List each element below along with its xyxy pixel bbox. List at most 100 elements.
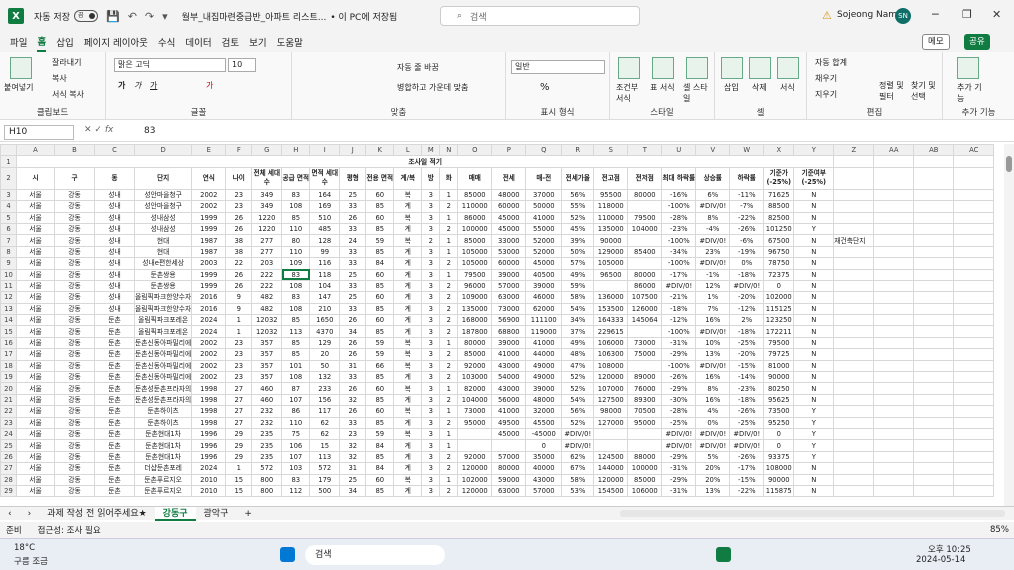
cell[interactable]: N xyxy=(793,257,835,270)
row-header[interactable]: 27 xyxy=(0,462,17,475)
cell[interactable]: -26% xyxy=(729,450,765,464)
row-header[interactable]: 23 xyxy=(0,416,17,430)
cell[interactable]: 85 xyxy=(365,279,395,293)
cell[interactable]: -26% xyxy=(661,371,697,384)
cell[interactable]: 50% xyxy=(561,245,595,259)
select-all-corner[interactable] xyxy=(0,144,17,157)
cell[interactable]: 3 xyxy=(421,325,441,338)
cell[interactable] xyxy=(873,314,915,327)
cell[interactable]: #DIV/0! xyxy=(695,439,731,452)
cell[interactable]: 둔촌 xyxy=(94,416,135,430)
cell[interactable] xyxy=(833,484,875,498)
cell[interactable]: 계 xyxy=(393,245,423,259)
cell[interactable]: 232 xyxy=(251,416,283,430)
cell-style-icon[interactable] xyxy=(686,57,708,79)
cell[interactable]: 79500 xyxy=(627,211,663,224)
cell[interactable]: 115125 xyxy=(763,302,795,316)
cell[interactable]: 108000 xyxy=(593,359,629,373)
conditional-format-icon[interactable] xyxy=(618,57,640,79)
cell[interactable]: 강동 xyxy=(54,188,95,202)
delete-cells-button[interactable]: 삭제 xyxy=(752,82,767,93)
cell[interactable]: -100% xyxy=(661,200,697,213)
cell[interactable]: 112 xyxy=(281,484,311,498)
cell[interactable] xyxy=(953,371,995,384)
cell[interactable]: 3 xyxy=(421,371,441,384)
cell[interactable] xyxy=(873,382,915,395)
cell[interactable]: 둔촌푸르지오 xyxy=(133,473,193,486)
cell[interactable]: 3 xyxy=(421,336,441,350)
cell[interactable]: N xyxy=(793,371,835,384)
cell[interactable]: 성내 xyxy=(94,188,135,202)
cell[interactable]: 성내 xyxy=(94,302,135,316)
cell[interactable]: 95625 xyxy=(763,393,795,407)
cell[interactable] xyxy=(873,359,915,373)
cell[interactable]: 120000 xyxy=(457,462,493,475)
weather-desc[interactable]: 구름 조금 xyxy=(14,555,48,567)
menu-tab-0[interactable]: 파일 xyxy=(10,33,27,51)
cut-button[interactable]: 잘라내기 xyxy=(52,57,81,68)
share-button[interactable]: 공유 xyxy=(964,34,990,50)
cell[interactable]: 20% xyxy=(695,462,731,475)
cell[interactable]: 계 xyxy=(393,222,423,236)
column-header[interactable]: D xyxy=(133,144,193,157)
cell[interactable]: 9 xyxy=(225,291,253,304)
cell[interactable]: 2 xyxy=(439,200,459,213)
cell[interactable]: -31% xyxy=(661,462,697,475)
accessibility-status[interactable]: 접근성: 조사 필요 xyxy=(38,524,101,536)
cell[interactable]: -23% xyxy=(729,382,765,395)
function-icon[interactable]: ✕ ✓ fx xyxy=(84,125,113,135)
cell[interactable] xyxy=(833,245,875,259)
row-header[interactable]: 20 xyxy=(0,382,17,395)
cell[interactable]: 강동 xyxy=(54,382,95,395)
cell[interactable] xyxy=(873,439,915,452)
cell[interactable]: 1 xyxy=(439,439,459,452)
cell[interactable] xyxy=(873,166,915,190)
cell[interactable]: Y xyxy=(793,405,835,418)
cell[interactable]: 572 xyxy=(251,462,283,475)
cell[interactable]: 85000 xyxy=(627,473,663,486)
cell[interactable]: 84 xyxy=(365,439,395,452)
cell[interactable]: 25 xyxy=(339,291,367,304)
cell[interactable]: 둔촌 xyxy=(94,359,135,373)
row-header[interactable]: 18 xyxy=(0,359,17,373)
cell[interactable]: 90000 xyxy=(763,473,795,486)
cell[interactable]: 1220 xyxy=(251,222,283,236)
cell[interactable] xyxy=(873,279,915,293)
sheet-title-cell[interactable]: 조사일 적기 xyxy=(15,155,835,168)
row-header[interactable]: 24 xyxy=(0,427,17,441)
cell[interactable]: 2002 xyxy=(191,371,227,384)
cell[interactable]: N xyxy=(793,393,835,407)
cell[interactable]: 85 xyxy=(365,450,395,464)
cell[interactable] xyxy=(953,348,995,361)
cell[interactable]: 110 xyxy=(281,222,311,236)
cell[interactable]: 38 xyxy=(225,234,253,247)
cell[interactable] xyxy=(913,427,955,441)
column-header[interactable]: L xyxy=(393,144,423,157)
cell[interactable]: -29% xyxy=(661,450,697,464)
cell[interactable]: 45000 xyxy=(491,211,527,224)
menu-tab-6[interactable]: 검토 xyxy=(222,33,239,51)
cell[interactable]: 33 xyxy=(339,371,367,384)
cell[interactable]: 3 xyxy=(421,257,441,270)
cell[interactable]: 156 xyxy=(309,393,341,407)
cell[interactable]: 강동 xyxy=(54,393,95,407)
cell[interactable]: 2 xyxy=(439,462,459,475)
cell[interactable]: 147 xyxy=(309,291,341,304)
cell[interactable]: N xyxy=(793,211,835,224)
cell[interactable]: 235 xyxy=(251,439,283,452)
cell[interactable]: -12% xyxy=(661,314,697,327)
cell[interactable]: 서울 xyxy=(16,188,55,202)
header-cell[interactable]: 매매 xyxy=(457,166,493,190)
menu-tab-4[interactable]: 수식 xyxy=(158,33,175,51)
cell[interactable]: Y xyxy=(793,222,835,236)
cell[interactable]: 110 xyxy=(281,245,311,259)
cell[interactable]: 43000 xyxy=(491,359,527,373)
cell[interactable]: N xyxy=(793,200,835,213)
scroll-thumb[interactable] xyxy=(1006,156,1012,172)
cell[interactable]: 136000 xyxy=(593,291,629,304)
autosave-toggle[interactable]: 끔 xyxy=(73,10,98,22)
cell[interactable]: 37% xyxy=(561,325,595,338)
header-cell[interactable]: 구 xyxy=(54,166,95,190)
save-icon[interactable]: 💾 xyxy=(106,10,120,23)
cell[interactable]: 27 xyxy=(225,382,253,395)
